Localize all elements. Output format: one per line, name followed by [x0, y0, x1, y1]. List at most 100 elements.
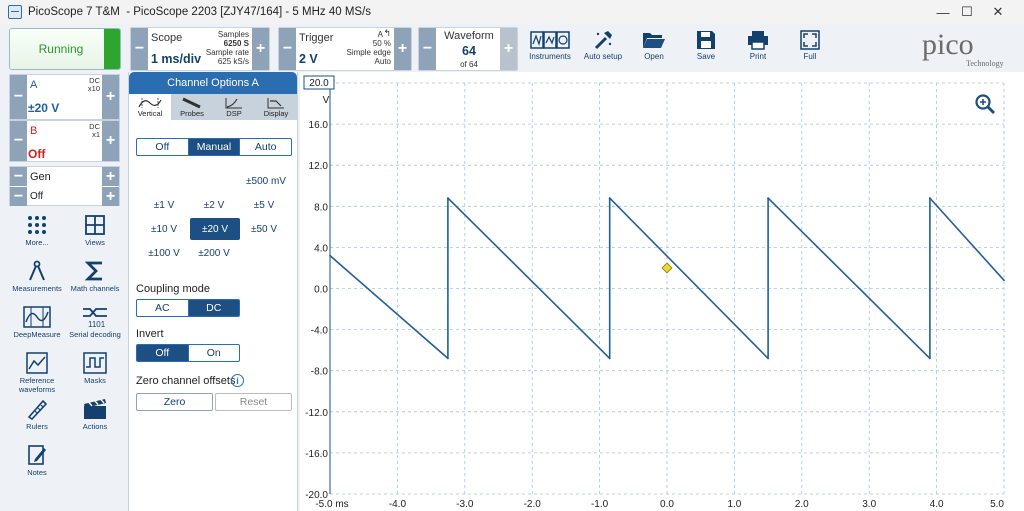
oscilloscope-plot[interactable]: 16.012.08.04.00.0-4.0-8.0-12.0-16.0-20.0…	[300, 72, 1024, 511]
channel-b-increase-button[interactable]: +	[102, 121, 119, 161]
more-label: More...	[25, 238, 49, 247]
x-tick-label: 5.0	[990, 499, 1004, 510]
waveform-next-button[interactable]: +	[500, 28, 517, 70]
trigger-control: − Trigger 2 V A ↰ 50 % Simple edge Auto …	[278, 27, 412, 71]
range-option[interactable]: ±500 mV	[241, 170, 291, 192]
instruments-button[interactable]: Instruments	[522, 28, 578, 68]
trace-point	[447, 197, 449, 199]
waveform-label: Waveform	[444, 30, 494, 42]
channel-a-name: A	[30, 79, 38, 91]
zoom-icon[interactable]	[974, 93, 996, 115]
range-option[interactable]: ±100 V	[139, 242, 189, 264]
trace-point	[767, 197, 769, 199]
range-mode-selector: Off Manual Auto	[136, 138, 292, 156]
scope-view[interactable]: 16.0 12.0 8.0 4.0 0.0 -4.0 -8.0 -12.0 -16.0 -20.0…	[300, 72, 1024, 511]
print-button[interactable]: Print	[730, 28, 786, 68]
info-icon[interactable]: i	[231, 374, 244, 387]
serial-decoding-button[interactable]: 1101 Serial decoding	[67, 304, 123, 339]
masks-button[interactable]: Masks	[67, 350, 123, 385]
trace-point	[447, 357, 449, 360]
run-stop-button[interactable]: Running	[9, 28, 121, 70]
picoscope-app-icon	[8, 5, 22, 19]
rulers-button[interactable]: Rulers	[9, 396, 65, 431]
range-mode-auto[interactable]: Auto	[239, 139, 291, 155]
channel-a-decrease-button[interactable]: −	[10, 75, 27, 119]
y-tick-label: -8.0	[311, 367, 329, 378]
coupling-selector: AC DC	[136, 299, 240, 317]
deepmeasure-label: DeepMeasure	[13, 330, 61, 339]
range-option[interactable]: ±5 V	[239, 194, 289, 216]
coupling-mode-label: Coupling mode	[136, 283, 210, 295]
timebase-increase-button[interactable]: +	[252, 28, 269, 70]
serial-decoding-icon: 1101	[83, 308, 107, 328]
open-label: Open	[644, 52, 664, 61]
range-option[interactable]: ±10 V	[139, 218, 189, 240]
auto-setup-icon	[594, 31, 612, 50]
channel-a-range: ±20 V	[28, 101, 60, 115]
trigger-type: Simple edge	[346, 48, 391, 57]
run-state-label: Running	[10, 29, 112, 69]
zero-button[interactable]: Zero	[136, 393, 213, 411]
generator-off-increase-button[interactable]: +	[102, 187, 119, 206]
channel-b-decrease-button[interactable]: −	[10, 121, 27, 161]
masks-label: Masks	[84, 376, 106, 385]
range-option[interactable]: ±200 V	[189, 242, 239, 264]
save-button[interactable]: Save	[678, 28, 734, 68]
deepmeasure-button[interactable]: DeepMeasure	[9, 304, 65, 339]
instruments-label: Instruments	[529, 52, 571, 61]
tab-dsp[interactable]: DSP	[213, 94, 255, 120]
range-mode-off[interactable]: Off	[137, 139, 188, 155]
instruments-icon	[530, 31, 570, 49]
y-tick-label: -4.0	[311, 326, 329, 337]
range-option[interactable]: ±2 V	[189, 194, 239, 216]
more-dots-icon	[28, 216, 46, 234]
samples-label: Samples	[217, 30, 249, 39]
waveform-prev-button[interactable]: −	[419, 28, 436, 70]
views-button[interactable]: Views	[67, 212, 123, 247]
invert-on[interactable]: On	[187, 345, 240, 361]
trigger-decrease-button[interactable]: −	[279, 28, 296, 70]
close-button[interactable]: ✕	[975, 0, 1021, 24]
coupling-dc[interactable]: DC	[187, 300, 239, 316]
range-option[interactable]: ±1 V	[139, 194, 189, 216]
timebase-decrease-button[interactable]: −	[131, 28, 148, 70]
masks-icon	[83, 352, 107, 374]
scope-label: Scope	[151, 32, 183, 44]
timebase-value[interactable]: 1 ms/div	[151, 52, 201, 66]
reference-waveforms-icon	[26, 352, 48, 374]
actions-button[interactable]: Actions	[67, 396, 123, 431]
channel-b-probe: x1	[92, 130, 100, 139]
range-option[interactable]: ±50 V	[239, 218, 289, 240]
more-button[interactable]: More...	[9, 212, 65, 247]
coupling-ac[interactable]: AC	[137, 300, 188, 316]
trigger-label: Trigger	[299, 32, 334, 44]
probe-icon	[182, 97, 201, 108]
generator-control[interactable]: − − Gen Off + +	[9, 166, 120, 206]
measurements-button[interactable]: Measurements	[9, 258, 65, 293]
trace-point	[767, 357, 769, 360]
trigger-level[interactable]: 2 V	[299, 52, 318, 66]
channel-b-control[interactable]: − B DC x1 Off +	[9, 120, 120, 162]
x-tick-label: 4.0	[930, 499, 944, 510]
range-option-selected[interactable]: ±20 V	[190, 218, 240, 240]
auto-setup-button[interactable]: Auto setup	[575, 28, 631, 68]
tab-probes[interactable]: Probes	[171, 94, 213, 120]
channel-a-increase-button[interactable]: +	[102, 75, 119, 119]
math-channels-button[interactable]: Math channels	[67, 258, 123, 293]
reference-waveforms-button[interactable]: Reference waveforms	[9, 350, 65, 394]
trigger-increase-button[interactable]: +	[394, 28, 411, 70]
generator-increase-button[interactable]: +	[102, 167, 119, 186]
invert-label: Invert	[136, 328, 164, 340]
generator-off-decrease-button[interactable]: −	[10, 187, 27, 206]
generator-decrease-button[interactable]: −	[10, 167, 27, 186]
tab-display[interactable]: Display	[255, 94, 297, 120]
reset-button[interactable]: Reset	[215, 393, 292, 411]
pico-technology-logo: pico Technology	[920, 28, 1015, 70]
full-screen-button[interactable]: Full	[782, 28, 838, 68]
channel-a-control[interactable]: − A DC x10 ±20 V +	[9, 74, 120, 120]
notes-button[interactable]: Notes	[9, 442, 65, 477]
tab-vertical[interactable]: Vertical	[129, 94, 171, 120]
open-button[interactable]: Open	[626, 28, 682, 68]
range-mode-manual[interactable]: Manual	[187, 139, 240, 155]
invert-off[interactable]: Off	[137, 345, 188, 361]
